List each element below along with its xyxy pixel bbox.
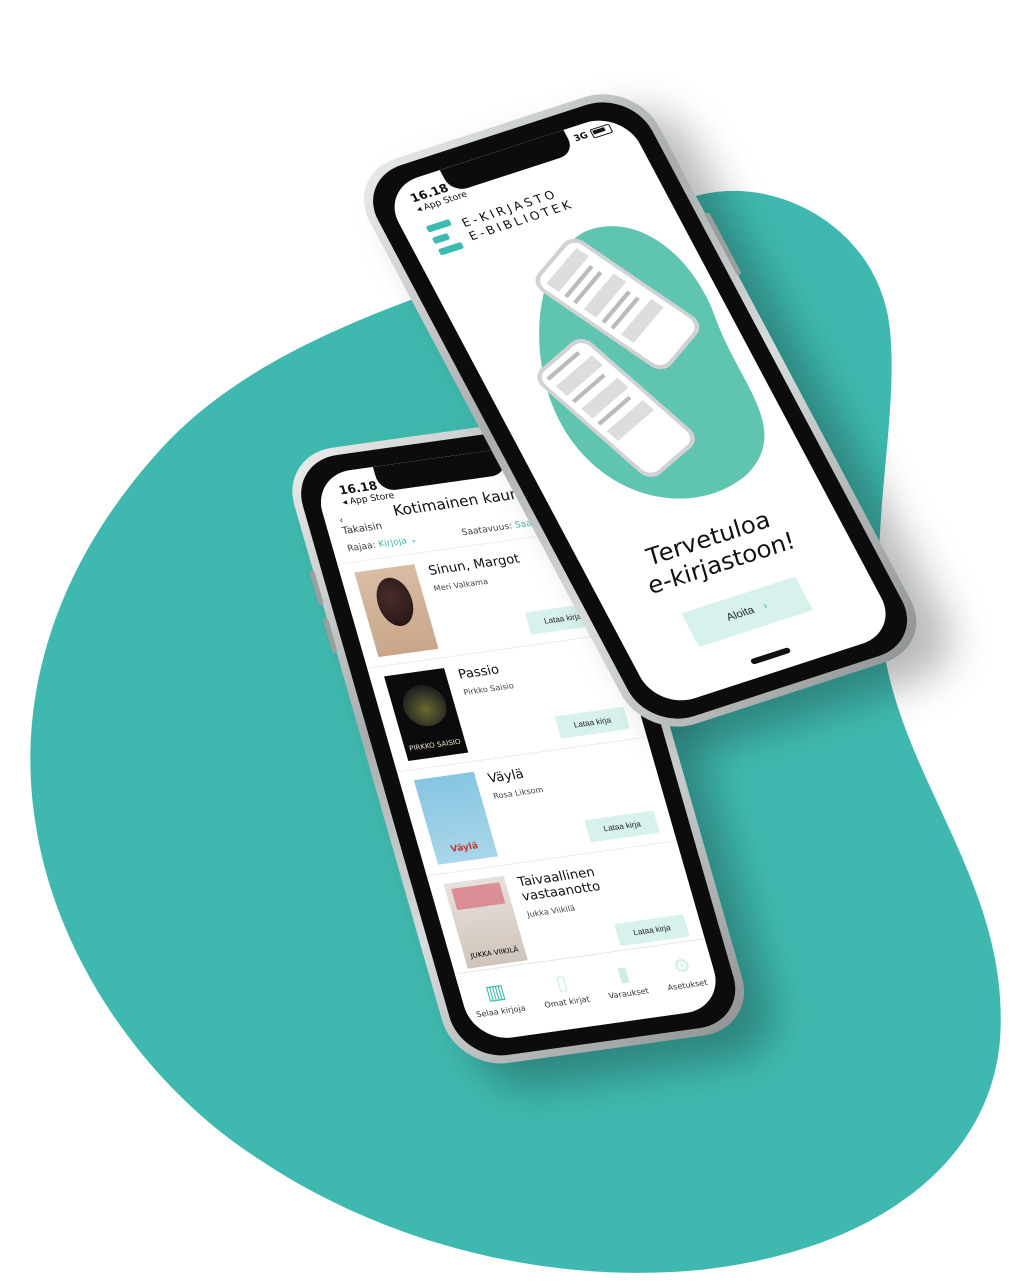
open-book-icon: ▯ xyxy=(552,970,571,995)
signal-text: 3G xyxy=(572,131,591,145)
start-button[interactable]: Aloita › xyxy=(681,576,813,647)
download-book-button[interactable]: Lataa kirja xyxy=(584,810,660,843)
download-book-button[interactable]: Lataa kirja xyxy=(554,706,631,739)
cover-text: JUKKA VIIKILÄ xyxy=(469,945,520,961)
tab-label: Asetukset xyxy=(666,978,709,993)
tab-settings[interactable]: ⚙ Asetukset xyxy=(659,952,709,993)
tab-label: Omat kirjat xyxy=(543,994,591,1010)
chevron-right-icon: › xyxy=(760,600,770,612)
cover-text: PIRKKO SAISIO xyxy=(408,737,462,753)
e-logo-icon xyxy=(425,218,465,257)
book-cover[interactable]: Väylä xyxy=(413,771,499,865)
cover-text: Väylä xyxy=(449,841,480,855)
start-button-label: Aloita xyxy=(724,604,757,624)
battery-icon xyxy=(589,123,614,139)
tab-browse-books[interactable]: ▥ Selaa kirjoja xyxy=(468,978,527,1020)
phone-speaker xyxy=(749,647,792,665)
tab-reservations[interactable]: ▮ Varaukset xyxy=(600,961,650,1000)
format-filter-label: Rajaa: xyxy=(346,540,378,555)
bookmark-icon: ▮ xyxy=(614,961,632,987)
back-button[interactable]: ‹ Takaisin xyxy=(338,509,391,537)
books-icon: ▥ xyxy=(482,978,509,1005)
tab-my-books[interactable]: ▯ Omat kirjat xyxy=(536,970,591,1010)
gear-icon: ⚙ xyxy=(669,952,695,979)
book-cover[interactable] xyxy=(354,564,439,658)
tab-label: Selaa kirjoja xyxy=(475,1003,527,1020)
tab-label: Varaukset xyxy=(607,986,650,1001)
book-cover[interactable]: JUKKA VIIKILÄ xyxy=(443,875,528,969)
status-icons: 3G xyxy=(572,123,614,145)
format-filter-value[interactable]: Kirjoja ⌄ xyxy=(377,535,418,550)
book-cover[interactable]: PIRKKO SAISIO xyxy=(384,667,469,761)
